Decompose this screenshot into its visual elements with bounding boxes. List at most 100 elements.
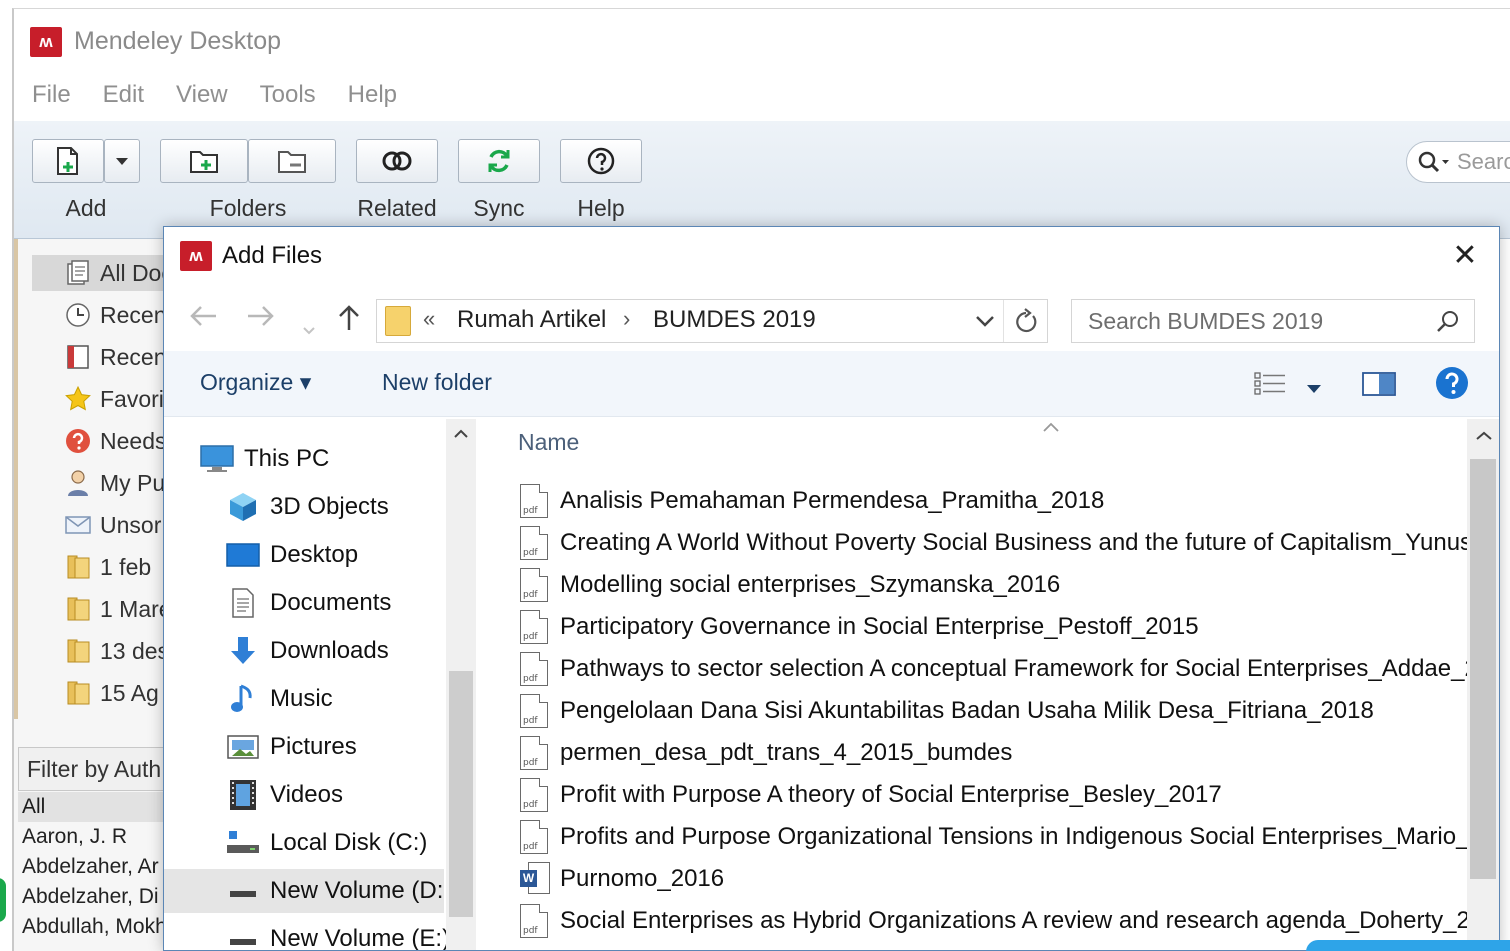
filter-all-item[interactable]: All xyxy=(18,792,164,822)
menu-help[interactable]: Help xyxy=(348,75,397,121)
organize-button[interactable]: Organize ▾ xyxy=(200,369,311,396)
address-overflow[interactable]: « xyxy=(423,306,435,332)
new-folder-button[interactable] xyxy=(160,139,248,183)
documents-icon xyxy=(226,586,260,620)
nav-local-disk[interactable]: Local Disk (C:) xyxy=(226,821,427,865)
file-name: Participatory Governance in Social Enter… xyxy=(560,613,1199,640)
sync-button[interactable] xyxy=(458,139,540,183)
menu-edit[interactable]: Edit xyxy=(103,75,144,121)
dialog-titlebar: ʍ Add Files ✕ xyxy=(164,227,1499,287)
add-document-button[interactable] xyxy=(32,139,104,183)
arrow-left-icon xyxy=(190,306,216,326)
preview-pane-button[interactable] xyxy=(1362,371,1396,402)
nav-3d-objects[interactable]: 3D Objects xyxy=(226,485,389,529)
back-button[interactable] xyxy=(188,303,218,336)
mendeley-search-placeholder: Searc xyxy=(1457,149,1510,174)
navigation-scrollbar-thumb[interactable] xyxy=(449,671,473,917)
nav-music[interactable]: Music xyxy=(226,677,333,721)
help-button[interactable] xyxy=(560,139,642,183)
nav-desktop[interactable]: Desktop xyxy=(226,533,358,577)
library-folder-item[interactable]: 13 des xyxy=(64,633,164,669)
breadcrumb-bumdes-2019[interactable]: BUMDES 2019 xyxy=(653,306,816,334)
add-dropdown-button[interactable] xyxy=(104,139,140,183)
file-name: Pengelolaan Dana Sisi Akuntabilitas Bada… xyxy=(560,697,1374,724)
author-item[interactable]: Abdullah, Mokh xyxy=(22,915,164,939)
filter-by-author-dropdown[interactable]: Filter by Auth xyxy=(18,747,164,791)
library-folder-item[interactable]: 1 Mare xyxy=(64,591,164,627)
file-row[interactable]: pdf Pathways to sector selection A conce… xyxy=(520,649,1491,689)
file-row[interactable]: pdf Analisis Pemahaman Permendesa_Pramit… xyxy=(520,481,1104,521)
library-my-publications[interactable]: My Pu xyxy=(64,465,164,501)
file-row[interactable]: pdf Participatory Governance in Social E… xyxy=(520,607,1199,647)
view-options-button[interactable] xyxy=(1254,371,1290,402)
up-button[interactable] xyxy=(336,303,362,338)
author-item[interactable]: Abdelzaher, Ar xyxy=(22,855,159,879)
address-dropdown-button[interactable] xyxy=(975,314,995,333)
file-row[interactable]: pdf Profit with Purpose A theory of Soci… xyxy=(520,775,1222,815)
library-recently-read[interactable]: Recen xyxy=(64,339,164,375)
author-item[interactable]: Aaron, J. R xyxy=(22,825,127,849)
arrow-up-icon xyxy=(339,305,359,330)
library-all-documents[interactable]: All Doc xyxy=(32,255,164,291)
pdf-file-icon: pdf xyxy=(520,526,548,560)
file-row[interactable]: pdf permen_desa_pdt_trans_4_2015_bumdes xyxy=(520,733,1012,773)
folder-search-input[interactable]: Search BUMDES 2019 xyxy=(1071,299,1475,343)
nav-item-label: Documents xyxy=(270,589,392,616)
library-item-label: 15 Ag xyxy=(100,679,159,706)
nav-documents[interactable]: Documents xyxy=(226,581,391,625)
library-folder-item[interactable]: 15 Ag xyxy=(64,675,159,711)
nav-downloads[interactable]: Downloads xyxy=(226,629,389,673)
related-button[interactable] xyxy=(356,139,438,183)
library-favorites[interactable]: Favori xyxy=(64,381,164,417)
music-icon xyxy=(226,682,260,716)
view-dropdown-button[interactable] xyxy=(1306,381,1322,399)
nav-new-volume-e[interactable]: New Volume (E:) xyxy=(226,917,451,951)
file-row[interactable]: W Purnomo_2016 xyxy=(520,859,724,899)
column-header-name[interactable]: Name xyxy=(518,429,579,456)
pdf-file-icon: pdf xyxy=(520,778,548,812)
library-unsorted[interactable]: Unsor xyxy=(64,507,161,543)
mendeley-title: Mendeley Desktop xyxy=(74,27,282,55)
navigation-pane: This PC 3D Objects Desktop Documents Dow… xyxy=(164,419,476,951)
search-icon xyxy=(1418,151,1449,173)
nav-item-label: Desktop xyxy=(270,541,359,568)
nav-new-volume-d[interactable]: New Volume (D: xyxy=(164,869,444,913)
library-folder-item[interactable]: 1 feb xyxy=(64,549,151,585)
drive-icon xyxy=(226,874,260,908)
dialog-help-button[interactable] xyxy=(1434,365,1470,406)
address-bar[interactable]: « Rumah Artikel › BUMDES 2019 xyxy=(376,299,1048,343)
file-row[interactable]: pdf Social Enterprises as Hybrid Organiz… xyxy=(520,901,1499,941)
author-item[interactable]: Abdelzaher, Di xyxy=(22,885,159,909)
breadcrumb-rumah-artikel[interactable]: Rumah Artikel xyxy=(457,306,606,334)
close-button[interactable]: ✕ xyxy=(1445,237,1485,277)
menu-view[interactable]: View xyxy=(176,75,228,121)
library-recently-added[interactable]: Recen xyxy=(64,297,164,333)
nav-videos[interactable]: Videos xyxy=(226,773,343,817)
recently-read-icon xyxy=(64,343,92,371)
taskbar-accent xyxy=(1306,940,1510,951)
file-row[interactable]: pdf Profits and Purpose Organizational T… xyxy=(520,817,1491,857)
command-bar: Organize ▾ New folder xyxy=(164,351,1499,417)
mendeley-search-input[interactable]: Searc xyxy=(1406,141,1510,183)
library-needs-review[interactable]: Needs xyxy=(64,423,164,459)
view-details-icon xyxy=(1254,372,1285,395)
file-row[interactable]: pdf Creating A World Without Poverty Soc… xyxy=(520,523,1472,563)
refresh-button[interactable] xyxy=(1013,308,1039,341)
mendeley-logo-icon: ʍ xyxy=(180,241,212,271)
nav-item-label: New Volume (E:) xyxy=(270,925,451,951)
file-row[interactable]: pdf Pengelolaan Dana Sisi Akuntabilitas … xyxy=(520,691,1374,731)
nav-item-label: 3D Objects xyxy=(270,493,389,520)
chevron-down-icon xyxy=(1307,385,1321,393)
forward-button[interactable] xyxy=(246,303,276,336)
menu-tools[interactable]: Tools xyxy=(260,75,316,121)
recent-locations-button[interactable] xyxy=(302,311,316,343)
nav-this-pc[interactable]: This PC xyxy=(200,437,329,481)
remove-folder-button[interactable] xyxy=(248,139,336,183)
menu-file[interactable]: File xyxy=(32,75,71,121)
library-item-label: Favori xyxy=(100,385,164,412)
nav-pictures[interactable]: Pictures xyxy=(226,725,357,769)
new-folder-button[interactable]: New folder xyxy=(382,369,492,396)
sort-ascending-icon xyxy=(1042,413,1060,439)
file-list-scrollbar-thumb[interactable] xyxy=(1470,459,1496,879)
file-row[interactable]: pdf Modelling social enterprises_Szymans… xyxy=(520,565,1060,605)
